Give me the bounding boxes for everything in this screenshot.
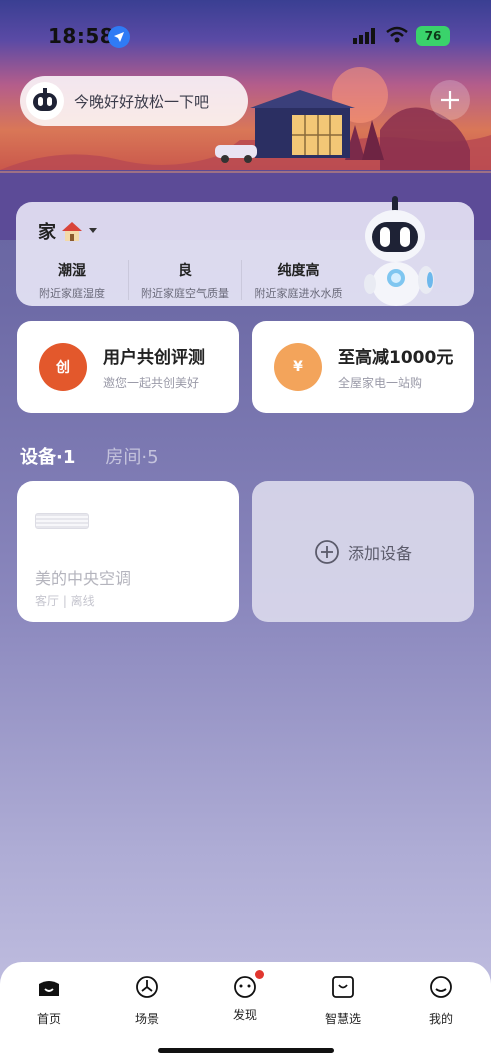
discover-icon bbox=[234, 976, 256, 998]
add-button[interactable] bbox=[430, 80, 470, 120]
chevron-down-icon bbox=[89, 228, 97, 233]
shop-icon bbox=[332, 976, 354, 998]
nav-scene[interactable]: 场景 bbox=[107, 974, 187, 1027]
device-name: 美的中央空调 bbox=[35, 569, 132, 588]
plus-circle-icon bbox=[315, 539, 339, 564]
stat-label: 附近家庭进水水质 bbox=[254, 287, 343, 300]
robot-mascot-icon[interactable] bbox=[360, 196, 440, 312]
nav-label: 智慧选 bbox=[324, 1012, 361, 1026]
nav-discover[interactable]: 发现 bbox=[205, 970, 285, 1023]
review-badge-icon: 创 bbox=[39, 343, 87, 391]
add-device-button[interactable]: 添加设备 bbox=[252, 481, 474, 622]
stat-label: 附近家庭湿度 bbox=[39, 287, 105, 300]
status-time: 18:58 bbox=[48, 24, 115, 48]
home-indicator bbox=[158, 1048, 334, 1053]
home-stats: 潮湿 附近家庭湿度 良 附近家庭空气质量 纯度高 附近家庭进水水质 bbox=[16, 260, 356, 300]
wifi-icon bbox=[386, 26, 408, 43]
greeting-bubble[interactable]: 今晚好好放松一下吧 bbox=[20, 76, 248, 126]
nav-home[interactable]: 首页 bbox=[9, 974, 89, 1027]
notification-badge bbox=[255, 970, 264, 979]
coupon-icon: ¥ bbox=[274, 343, 322, 391]
nav-label: 发现 bbox=[232, 1008, 257, 1022]
device-status: 客厅 | 离线 bbox=[35, 594, 95, 608]
nav-profile[interactable]: 我的 bbox=[401, 974, 481, 1027]
stat-humidity[interactable]: 潮湿 附近家庭湿度 bbox=[16, 260, 129, 300]
promo-card-review[interactable]: 创 用户共创评测 邀您一起共创美好 bbox=[17, 321, 239, 413]
house-icon bbox=[62, 222, 82, 241]
promo-icon-text: 创 bbox=[56, 360, 70, 376]
plus-icon bbox=[441, 91, 459, 109]
nav-label: 场景 bbox=[134, 1012, 159, 1026]
greeting-text: 今晚好好放松一下吧 bbox=[74, 92, 210, 111]
promo-subtitle: 全屋家电一站购 bbox=[338, 376, 423, 390]
promo-title: 用户共创评测 bbox=[103, 348, 205, 368]
status-bar: 18:58 76 bbox=[0, 18, 491, 58]
nav-shop[interactable]: 智慧选 bbox=[303, 974, 383, 1027]
stat-air-quality[interactable]: 良 附近家庭空气质量 bbox=[129, 260, 242, 300]
device-card[interactable]: 美的中央空调 客厅 | 离线 bbox=[17, 481, 239, 622]
tab-rooms[interactable]: 房间·5 bbox=[105, 443, 158, 469]
scene-icon bbox=[136, 976, 158, 998]
cellular-signal-icon bbox=[353, 28, 375, 44]
nav-label: 我的 bbox=[428, 1012, 453, 1026]
stat-value: 纯度高 bbox=[277, 263, 320, 279]
stat-water-quality[interactable]: 纯度高 附近家庭进水水质 bbox=[242, 260, 355, 300]
profile-icon bbox=[430, 976, 452, 998]
home-icon bbox=[39, 981, 59, 996]
home-selector[interactable]: 家 bbox=[38, 218, 98, 244]
stat-value: 良 bbox=[178, 263, 192, 279]
promo-subtitle: 邀您一起共创美好 bbox=[103, 376, 200, 390]
promo-card-discount[interactable]: ¥ 至高减1000元 全屋家电一站购 bbox=[252, 321, 474, 413]
nav-label: 首页 bbox=[36, 1012, 61, 1026]
add-device-label: 添加设备 bbox=[347, 543, 412, 563]
stat-value: 潮湿 bbox=[58, 263, 86, 279]
robot-avatar-icon bbox=[26, 82, 64, 120]
location-icon bbox=[108, 26, 130, 48]
promo-icon-text: ¥ bbox=[293, 359, 303, 375]
home-title: 家 bbox=[38, 222, 56, 243]
battery-indicator: 76 bbox=[416, 26, 450, 46]
stat-label: 附近家庭空气质量 bbox=[141, 287, 229, 300]
section-tabs: 设备·1 房间·5 bbox=[20, 443, 159, 469]
promo-title: 至高减1000元 bbox=[338, 348, 454, 368]
air-conditioner-icon bbox=[35, 513, 89, 529]
tab-devices[interactable]: 设备·1 bbox=[20, 443, 75, 469]
